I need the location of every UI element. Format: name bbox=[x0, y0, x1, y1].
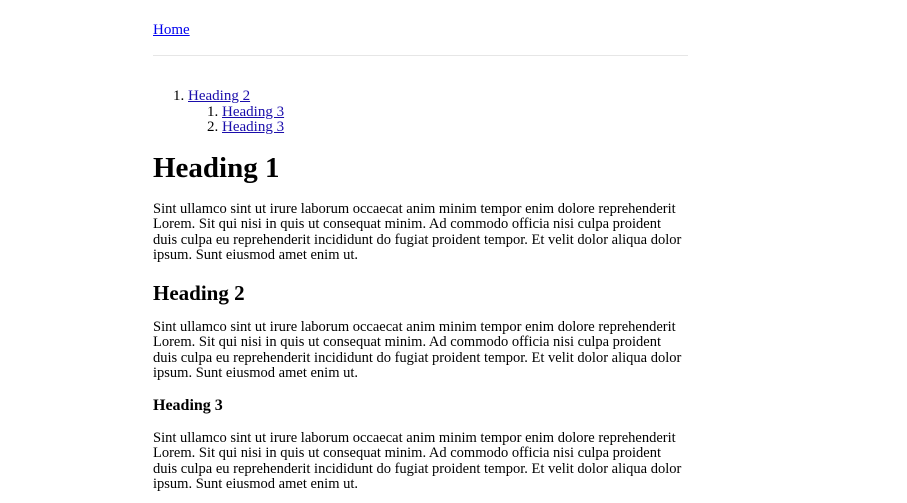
heading-1: Heading 1 bbox=[153, 152, 280, 184]
heading-2: Heading 2 bbox=[153, 281, 245, 305]
toc-item-heading-3: 2. Heading 3 bbox=[153, 119, 284, 136]
toc-link-heading-3[interactable]: Heading 3 bbox=[222, 119, 284, 135]
top-nav: Home bbox=[153, 0, 688, 56]
toc-link-heading-3[interactable]: Heading 3 bbox=[222, 104, 284, 120]
table-of-contents: 1. Heading 2 1. Heading 3 2. Heading 3 bbox=[153, 88, 284, 136]
heading-3: Heading 3 bbox=[153, 397, 223, 414]
home-link[interactable]: Home bbox=[153, 22, 190, 39]
paragraph-3: Sint ullamco sint ut irure laborum occae… bbox=[153, 430, 682, 492]
toc-item-number: 2. bbox=[207, 119, 219, 135]
toc-link-heading-2[interactable]: Heading 2 bbox=[188, 88, 250, 104]
toc-item-heading-2: 1. Heading 2 bbox=[153, 88, 284, 105]
page-container: Home 1. Heading 2 1. Heading 3 2. Headin… bbox=[153, 0, 688, 492]
toc-item-heading-3: 1. Heading 3 bbox=[153, 103, 284, 121]
paragraph-2: Sint ullamco sint ut irure laborum occae… bbox=[153, 319, 682, 381]
toc-item-number: 1. bbox=[173, 88, 185, 104]
toc-item-number: 1. bbox=[207, 103, 219, 120]
paragraph-1: Sint ullamco sint ut irure laborum occae… bbox=[153, 201, 682, 263]
